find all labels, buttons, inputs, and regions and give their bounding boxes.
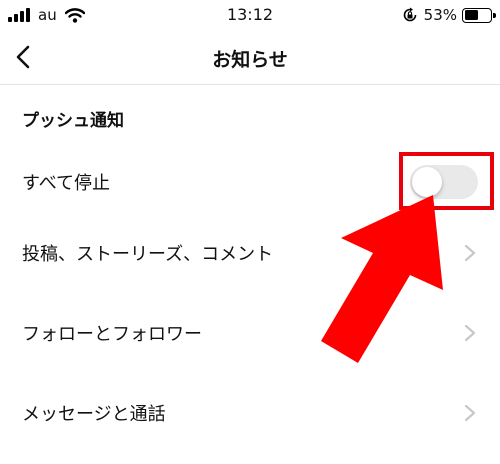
- status-right: 53%: [402, 6, 496, 24]
- notifications-screen: au 13:12 53% お知らせ プッシュ通知 すべて停止 投稿、ストーリーズ…: [0, 0, 500, 464]
- highlight-box: [399, 152, 494, 210]
- status-bar: au 13:12 53%: [0, 0, 500, 30]
- chevron-right-icon: [464, 244, 476, 262]
- list-item-messages-calls[interactable]: メッセージと通話: [0, 383, 500, 443]
- battery-percent: 53%: [423, 6, 457, 24]
- list-item-label: メッセージと通話: [22, 404, 166, 425]
- page-title: お知らせ: [212, 49, 288, 71]
- chevron-right-icon: [464, 324, 476, 342]
- pause-all-label: すべて停止: [22, 173, 111, 194]
- orientation-lock-icon: [403, 7, 416, 22]
- chevron-right-icon: [464, 404, 476, 422]
- list-item-follows-followers[interactable]: フォローとフォロワー: [0, 303, 500, 363]
- list-item-label: 投稿、ストーリーズ、コメント: [22, 244, 274, 265]
- section-header-push: プッシュ通知: [22, 111, 124, 131]
- list-item-posts-stories-comments[interactable]: 投稿、ストーリーズ、コメント: [0, 223, 500, 283]
- list-item-label: フォローとフォロワー: [22, 324, 202, 345]
- nav-bar: お知らせ: [0, 30, 500, 85]
- battery-fill: [464, 10, 478, 20]
- battery-icon: [462, 7, 496, 23]
